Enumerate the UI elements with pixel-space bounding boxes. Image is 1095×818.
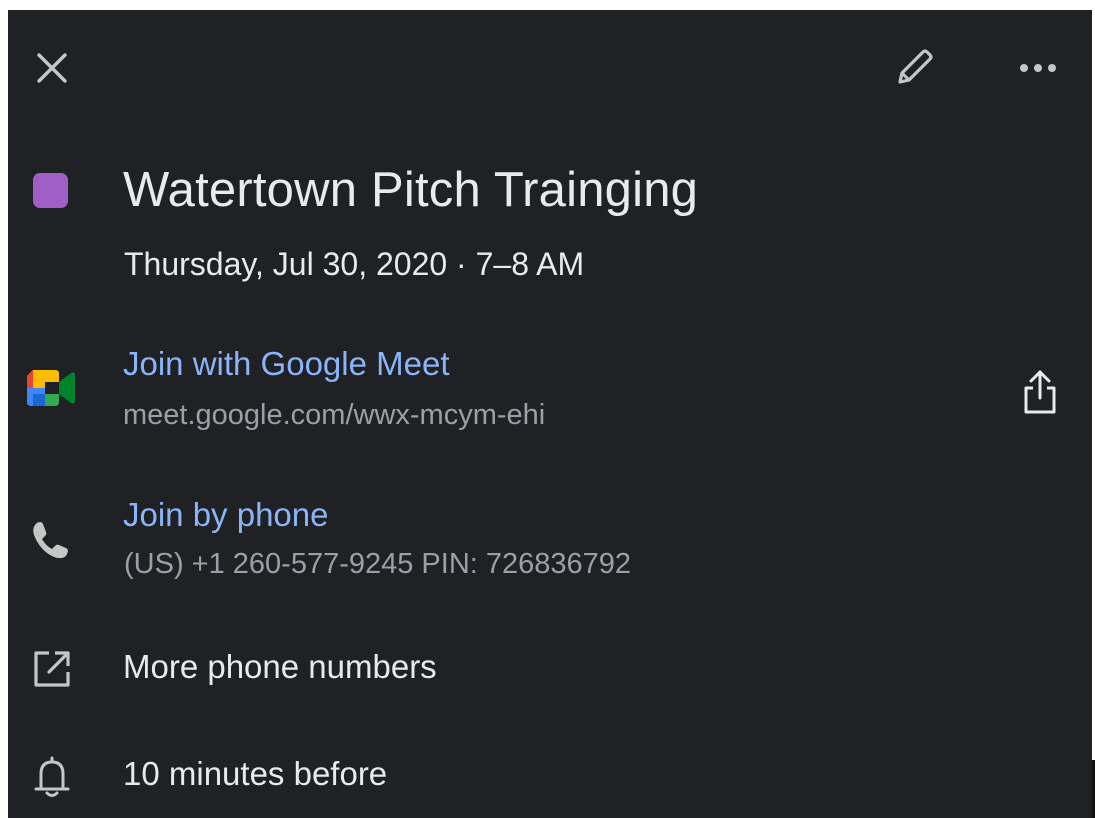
share-button[interactable]	[1016, 365, 1064, 419]
reminder-text: 10 minutes before	[123, 755, 388, 792]
bell-icon	[28, 752, 76, 802]
event-datetime: Thursday, Jul 30, 2020 · 7–8 AM	[124, 246, 585, 282]
meet-url: meet.google.com/wwx-mcym-ehi	[123, 399, 546, 431]
join-by-phone-link[interactable]: Join by phone	[123, 496, 329, 534]
more-options-button[interactable]	[1010, 42, 1066, 94]
google-meet-icon	[24, 366, 78, 410]
phone-icon	[26, 516, 74, 564]
open-external-icon	[28, 645, 76, 693]
join-google-meet-link[interactable]: Join with Google Meet	[123, 345, 450, 383]
close-button[interactable]	[26, 42, 78, 94]
more-phone-numbers-link[interactable]: More phone numbers	[123, 648, 437, 686]
edit-button[interactable]	[886, 40, 942, 96]
phone-number-pin: (US) +1 260-577-9245 PIN: 726836792	[124, 548, 632, 580]
event-color-swatch	[33, 173, 68, 208]
share-icon	[1024, 370, 1056, 414]
more-horizontal-icon	[1020, 64, 1056, 72]
event-title: Watertown Pitch Trainging	[123, 163, 699, 217]
event-detail-panel: Watertown Pitch Trainging Thursday, Jul …	[8, 10, 1092, 818]
close-icon	[37, 53, 67, 83]
pencil-icon	[898, 49, 933, 84]
